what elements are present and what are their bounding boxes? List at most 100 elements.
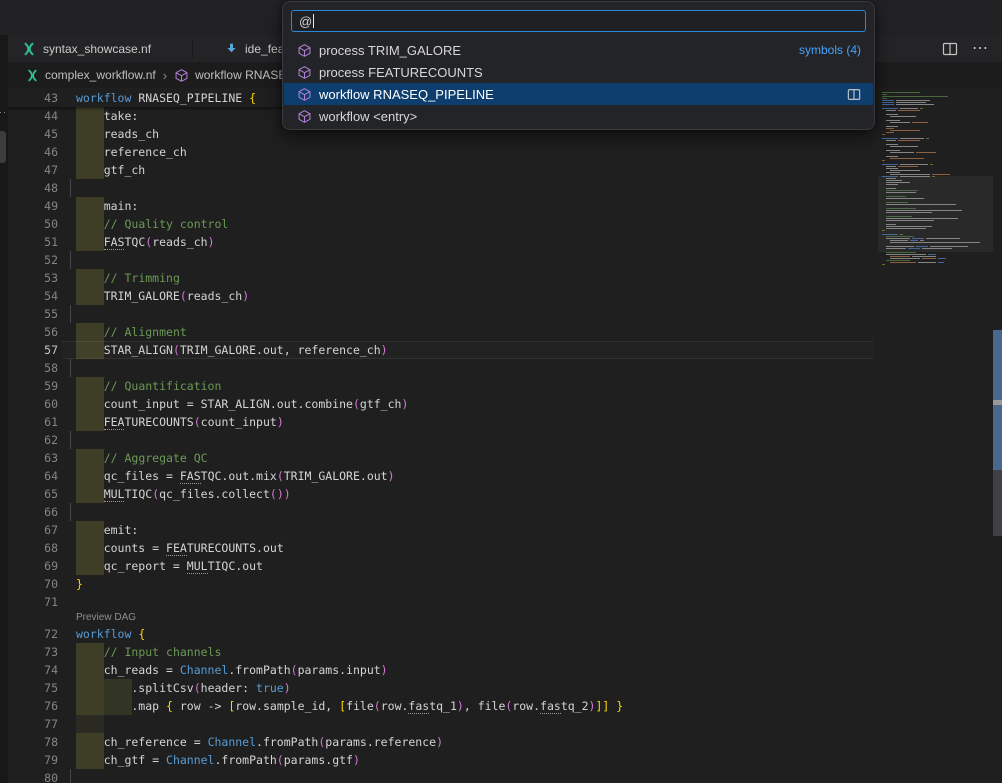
line-number: 52: [8, 251, 58, 269]
arrow-down-icon: [225, 42, 238, 55]
code-line-61[interactable]: 61 FEATURECOUNTS(count_input): [8, 413, 873, 431]
code-line-58[interactable]: 58: [8, 359, 873, 377]
line-number: 71: [8, 593, 58, 611]
code-line-54[interactable]: 54 TRIM_GALORE(reads_ch): [8, 287, 873, 305]
nextflow-icon: [22, 42, 36, 56]
minimap[interactable]: [878, 88, 993, 783]
line-number: 46: [8, 143, 58, 161]
line-number: 61: [8, 413, 58, 431]
line-number: 80: [8, 769, 58, 783]
tab-syntax-showcase[interactable]: syntax_showcase.nf: [8, 35, 193, 62]
line-number: 50: [8, 215, 58, 233]
line-number: 78: [8, 733, 58, 751]
line-number: 45: [8, 125, 58, 143]
code-line-56[interactable]: 56 // Alignment: [8, 323, 873, 341]
line-number: 77: [8, 715, 58, 733]
vscode-window: syntax_showcase.nf ide_feat ⋯ complex_wo…: [0, 0, 1002, 783]
code-line-53[interactable]: 53 // Trimming: [8, 269, 873, 287]
nextflow-icon: [26, 69, 39, 82]
quick-open-item-2[interactable]: workflow RNASEQ_PIPELINE: [284, 83, 873, 105]
code-line-78[interactable]: 78 ch_reference = Channel.fromPath(param…: [8, 733, 873, 751]
open-to-side-icon[interactable]: [847, 88, 861, 101]
line-number: 43: [8, 89, 58, 107]
line-number: 48: [8, 179, 58, 197]
line-number: 62: [8, 431, 58, 449]
code-line-76[interactable]: 76 .map { row -> [row.sample_id, [file(r…: [8, 697, 873, 715]
code-line-68[interactable]: 68 counts = FEATURECOUNTS.out: [8, 539, 873, 557]
line-number: 68: [8, 539, 58, 557]
line-number: 63: [8, 449, 58, 467]
item-label: workflow <entry>: [319, 109, 417, 124]
code-line-47[interactable]: 47 gtf_ch: [8, 161, 873, 179]
line-number: 70: [8, 575, 58, 593]
code-line-59[interactable]: 59 // Quantification: [8, 377, 873, 395]
codelens-preview-dag[interactable]: Preview DAG: [8, 611, 873, 625]
line-number: 72: [8, 625, 58, 643]
query-text: @: [299, 14, 312, 29]
code-line-57[interactable]: 57 STAR_ALIGN(TRIM_GALORE.out, reference…: [8, 341, 873, 359]
item-label: workflow RNASEQ_PIPELINE: [319, 87, 494, 102]
minimap-slider[interactable]: [878, 176, 993, 252]
line-number: 60: [8, 395, 58, 413]
code-line-65[interactable]: 65 MULTIQC(qc_files.collect()): [8, 485, 873, 503]
code-line-62[interactable]: 62: [8, 431, 873, 449]
code-line-55[interactable]: 55: [8, 305, 873, 323]
code-line-51[interactable]: 51 FASTQC(reads_ch): [8, 233, 873, 251]
code-line-48[interactable]: 48: [8, 179, 873, 197]
open-to-side-button[interactable]: [847, 88, 861, 101]
code-line-66[interactable]: 66: [8, 503, 873, 521]
symbols-count-badge[interactable]: symbols (4): [799, 43, 861, 57]
code-line-49[interactable]: 49 main:: [8, 197, 873, 215]
code-line-64[interactable]: 64 qc_files = FASTQC.out.mix(TRIM_GALORE…: [8, 467, 873, 485]
code-line-52[interactable]: 52: [8, 251, 873, 269]
code-line-71[interactable]: 71: [8, 593, 873, 611]
code-line-73[interactable]: 73 // Input channels: [8, 643, 873, 661]
code-line-67[interactable]: 67 emit:: [8, 521, 873, 539]
quick-open-item-0[interactable]: process TRIM_GALOREsymbols (4): [284, 39, 873, 61]
more-actions-icon: ···: [0, 107, 8, 117]
quick-open-item-3[interactable]: workflow <entry>: [284, 105, 873, 127]
quick-open-item-1[interactable]: process FEATURECOUNTS: [284, 61, 873, 83]
line-number: 65: [8, 485, 58, 503]
tab-label: syntax_showcase.nf: [43, 42, 151, 56]
breadcrumb-file[interactable]: complex_workflow.nf: [45, 68, 156, 82]
code-line-77[interactable]: 77: [8, 715, 873, 733]
code-line-63[interactable]: 63 // Aggregate QC: [8, 449, 873, 467]
line-number: 56: [8, 323, 58, 341]
line-number: 51: [8, 233, 58, 251]
code-line-75[interactable]: 75 .splitCsv(header: true): [8, 679, 873, 697]
code-line-50[interactable]: 50 // Quality control: [8, 215, 873, 233]
line-number: 67: [8, 521, 58, 539]
line-number: 53: [8, 269, 58, 287]
symbol-cube-icon: [297, 43, 312, 58]
symbol-cube-icon: [297, 87, 312, 102]
symbol-cube-icon: [174, 68, 189, 83]
code-line-79[interactable]: 79 ch_gtf = Channel.fromPath(params.gtf): [8, 751, 873, 769]
quick-open-list: process TRIM_GALOREsymbols (4) process F…: [284, 39, 873, 127]
code-line-70[interactable]: 70}: [8, 575, 873, 593]
code-line-74[interactable]: 74 ch_reads = Channel.fromPath(params.in…: [8, 661, 873, 679]
symbol-cube-icon: [297, 109, 312, 124]
more-actions-button[interactable]: ⋯: [972, 44, 988, 54]
line-number: 49: [8, 197, 58, 215]
line-number: 59: [8, 377, 58, 395]
line-number: 75: [8, 679, 58, 697]
quick-open-input[interactable]: @: [291, 10, 866, 32]
line-number: 64: [8, 467, 58, 485]
adjacent-group-edge: ···: [0, 35, 8, 783]
code-lines: 43workflow RNASEQ_PIPELINE {44 take:45 r…: [8, 89, 873, 783]
code-line-80[interactable]: 80: [8, 769, 873, 783]
code-line-72[interactable]: 72workflow {: [8, 625, 873, 643]
code-line-46[interactable]: 46 reference_ch: [8, 143, 873, 161]
scrollbar[interactable]: [993, 88, 1002, 783]
line-number: 73: [8, 643, 58, 661]
code-line-69[interactable]: 69 qc_report = MULTIQC.out: [8, 557, 873, 575]
code-editor[interactable]: 43workflow RNASEQ_PIPELINE {44 take:45 r…: [8, 88, 878, 783]
line-number: 55: [8, 305, 58, 323]
split-editor-button[interactable]: [942, 42, 958, 56]
scrollbar-slider[interactable]: [993, 470, 1002, 536]
chevron-right-icon: ›: [163, 68, 167, 83]
line-number: 57: [8, 341, 58, 359]
line-number: 69: [8, 557, 58, 575]
code-line-60[interactable]: 60 count_input = STAR_ALIGN.out.combine(…: [8, 395, 873, 413]
